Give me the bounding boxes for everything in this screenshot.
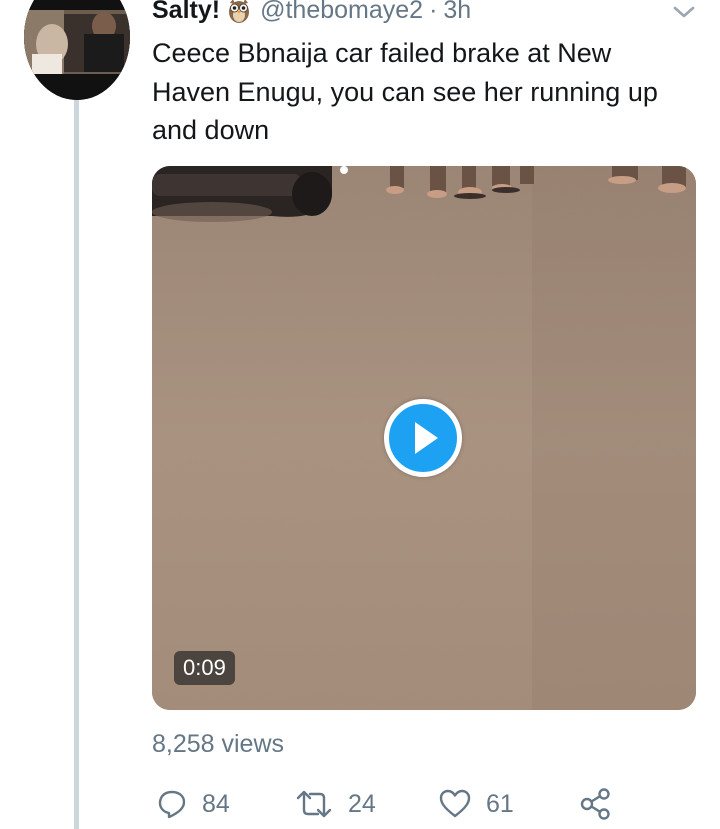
share-icon: [580, 788, 610, 820]
retweet-icon: [296, 790, 332, 818]
retweet-button[interactable]: 24: [294, 784, 376, 824]
tweet-header: Salty! @thebomaye2 · 3h: [152, 0, 471, 26]
reply-icon: [158, 790, 186, 819]
video-duration-badge: 0:09: [174, 651, 235, 685]
reply-count: 84: [202, 789, 230, 818]
like-count: 61: [486, 789, 514, 818]
tweet-actions: 84 24 61: [152, 784, 622, 824]
video-player[interactable]: 0:09: [152, 166, 696, 710]
timestamp[interactable]: 3h: [443, 0, 471, 25]
reply-button[interactable]: 84: [156, 784, 230, 824]
user-handle[interactable]: @thebomaye2: [260, 0, 423, 25]
separator-dot: ·: [429, 0, 438, 24]
heart-icon: [439, 789, 471, 818]
thread-line: [74, 100, 79, 829]
share-button[interactable]: [578, 784, 612, 824]
view-count: 8,258 views: [152, 730, 285, 758]
play-button[interactable]: [384, 399, 462, 477]
play-icon: [415, 422, 438, 454]
like-button[interactable]: 61: [438, 784, 514, 824]
owl-emoji-icon: [227, 0, 251, 24]
display-name[interactable]: Salty!: [152, 0, 220, 25]
retweet-count: 24: [348, 789, 376, 818]
tweet-text: Ceece Bbnaija car failed brake at New Ha…: [152, 38, 658, 145]
chevron-down-icon[interactable]: [671, 2, 697, 22]
avatar[interactable]: [24, 0, 130, 100]
